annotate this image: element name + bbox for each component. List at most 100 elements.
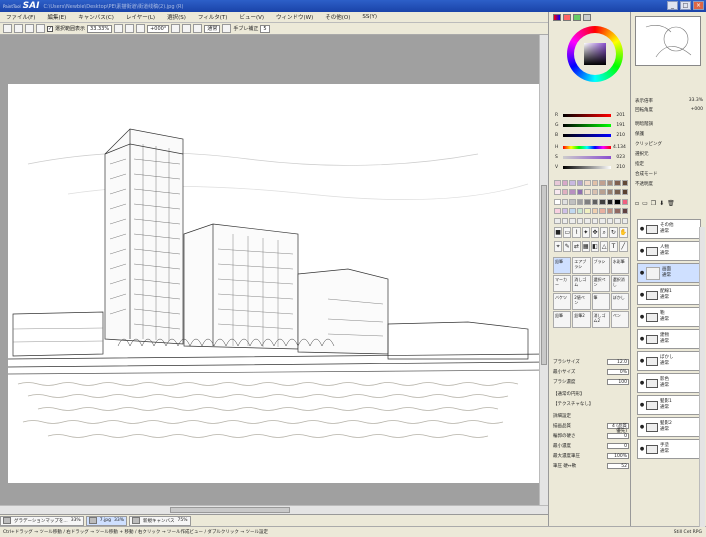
swatch[interactable] bbox=[561, 208, 568, 215]
pen-icon[interactable]: ✎ bbox=[563, 240, 572, 252]
swatch[interactable] bbox=[554, 198, 561, 205]
select-rect-icon[interactable]: ▭ bbox=[563, 227, 572, 238]
vertical-scroll-thumb[interactable] bbox=[541, 185, 547, 365]
menu-filter[interactable]: フィルタ(T) bbox=[192, 13, 234, 21]
swatch[interactable] bbox=[569, 180, 576, 186]
param-value[interactable]: 0% bbox=[607, 368, 629, 375]
v-slider[interactable]: V 210 bbox=[555, 164, 629, 170]
layer-item[interactable]: ● ぼかし 通常 bbox=[637, 351, 701, 371]
layer-item[interactable]: ● 建物 通常 bbox=[637, 329, 701, 349]
swatch[interactable] bbox=[584, 217, 591, 224]
swatch[interactable] bbox=[606, 180, 613, 186]
color-wheel[interactable] bbox=[567, 26, 623, 82]
color-swatches[interactable] bbox=[554, 180, 628, 226]
b-bar[interactable] bbox=[563, 133, 611, 137]
copy-layer-icon[interactable]: ❐ bbox=[651, 200, 656, 207]
rotate-right-button[interactable] bbox=[182, 24, 192, 33]
swatch[interactable] bbox=[621, 208, 628, 215]
brush-tool[interactable]: ブラシ bbox=[591, 257, 610, 274]
selection-display-checkbox[interactable]: ✓ bbox=[47, 25, 53, 32]
hand-icon[interactable]: ✋ bbox=[618, 227, 628, 238]
canvas-area[interactable] bbox=[0, 35, 548, 505]
b-slider[interactable]: B 210 bbox=[555, 132, 629, 138]
lasso-icon[interactable]: ⌇ bbox=[572, 227, 581, 238]
param-value[interactable]: 4 (品質優先) bbox=[607, 422, 629, 434]
hsv-slider-tab[interactable] bbox=[573, 14, 581, 21]
swatch[interactable] bbox=[614, 198, 621, 205]
canvas-horizontal-scrollbar[interactable] bbox=[0, 505, 548, 514]
layer-item[interactable]: ● その他 通常 bbox=[637, 219, 701, 239]
menu-edit[interactable]: 編集(E) bbox=[41, 13, 72, 21]
swatch[interactable] bbox=[591, 217, 598, 224]
quality-param[interactable]: 描画品質 4 (品質優先) bbox=[553, 422, 629, 434]
zoom-out-button[interactable] bbox=[114, 24, 124, 33]
swatch[interactable] bbox=[599, 180, 606, 186]
edge-hardness-param[interactable]: 輪郭の硬さ 0 bbox=[553, 432, 629, 439]
canvas-vertical-scrollbar[interactable] bbox=[539, 35, 548, 505]
new-folder-icon[interactable]: ▭ bbox=[642, 200, 648, 207]
layer-prop[interactable]: 指定 bbox=[635, 160, 662, 170]
swatch[interactable] bbox=[569, 189, 576, 196]
shape-icon[interactable]: △ bbox=[600, 240, 609, 252]
swatch[interactable] bbox=[621, 180, 628, 186]
swatch[interactable] bbox=[599, 217, 606, 224]
menu-file[interactable]: ファイル(F) bbox=[0, 13, 41, 21]
visibility-icon[interactable]: ● bbox=[638, 314, 646, 320]
s-slider[interactable]: S 023 bbox=[555, 154, 629, 160]
rotate-left-button[interactable] bbox=[171, 24, 181, 33]
swatch[interactable] bbox=[614, 217, 621, 224]
swatch[interactable] bbox=[561, 217, 568, 224]
menu-other[interactable]: その他(O) bbox=[319, 13, 356, 21]
rotate-icon[interactable]: ↻ bbox=[609, 227, 618, 238]
visibility-icon[interactable]: ● bbox=[638, 226, 646, 232]
rotate-reset-button[interactable] bbox=[193, 24, 203, 33]
swatch[interactable] bbox=[576, 189, 583, 196]
canvas-paper[interactable] bbox=[7, 84, 548, 483]
param-value[interactable]: 100 bbox=[607, 378, 629, 385]
canvas-tab-2[interactable]: 7.jpg 33% bbox=[85, 515, 127, 526]
g-slider[interactable]: G 191 bbox=[555, 122, 629, 128]
swatch[interactable] bbox=[591, 208, 598, 215]
menu-canvas[interactable]: キャンバス(C) bbox=[72, 13, 120, 21]
layer-list-scrollbar[interactable] bbox=[699, 227, 705, 527]
angle-field[interactable]: +000° bbox=[147, 24, 170, 33]
swatch[interactable] bbox=[599, 198, 606, 205]
visibility-icon[interactable]: ● bbox=[638, 358, 646, 364]
swatch[interactable] bbox=[561, 189, 568, 196]
brush-tool[interactable]: バケツ bbox=[553, 293, 572, 310]
brush-tool[interactable]: 筆 bbox=[591, 293, 610, 310]
brush-tool[interactable]: 消しゴム2 bbox=[591, 311, 610, 328]
brush-tool[interactable]: ぼかし bbox=[610, 293, 629, 310]
horizontal-scroll-thumb[interactable] bbox=[170, 507, 290, 513]
minimize-button[interactable]: _ bbox=[667, 1, 678, 10]
menu-view[interactable]: ビュー(V) bbox=[233, 13, 270, 21]
layer-item[interactable]: ● 髪影1 通常 bbox=[637, 395, 701, 415]
brush-tool[interactable]: 鉛筆 bbox=[553, 257, 572, 274]
trash-icon[interactable]: 🗑 bbox=[667, 200, 675, 207]
visibility-icon[interactable]: ● bbox=[638, 336, 646, 342]
visibility-icon[interactable]: ● bbox=[638, 380, 646, 386]
b-value[interactable]: 210 bbox=[613, 133, 625, 138]
swatch[interactable] bbox=[554, 208, 561, 215]
zoom-field[interactable]: 33.33% bbox=[87, 24, 113, 33]
brush-tool[interactable]: 水彩筆 bbox=[610, 257, 629, 274]
swatch[interactable] bbox=[606, 189, 613, 196]
canvas-tab-1[interactable]: グラデーションマップを... 33% bbox=[0, 515, 84, 526]
h-bar[interactable] bbox=[563, 145, 611, 149]
layer-prop[interactable]: 合成モード bbox=[635, 170, 662, 180]
zoom-icon[interactable]: ⌕ bbox=[600, 227, 609, 238]
param-value[interactable]: 0 bbox=[607, 432, 629, 439]
layer-item[interactable]: ● 配線1 通常 bbox=[637, 285, 701, 305]
swatch[interactable] bbox=[591, 180, 598, 186]
layer-item[interactable]: ● 髪影2 通常 bbox=[637, 417, 701, 437]
menu-ss[interactable]: SS(Y) bbox=[356, 14, 383, 20]
visibility-icon[interactable]: ● bbox=[638, 292, 646, 298]
zoom-reset-button[interactable] bbox=[136, 24, 146, 33]
s-bar[interactable] bbox=[563, 155, 611, 159]
nav-angle-value[interactable]: +000 bbox=[691, 107, 703, 113]
swatch[interactable] bbox=[576, 217, 583, 224]
g-value[interactable]: 191 bbox=[613, 123, 625, 128]
layer-item[interactable]: ● 人物 通常 bbox=[637, 241, 701, 261]
brush-texture-select[interactable]: 【テクスチャなし】 bbox=[553, 400, 629, 407]
maximize-button[interactable]: □ bbox=[680, 1, 691, 10]
